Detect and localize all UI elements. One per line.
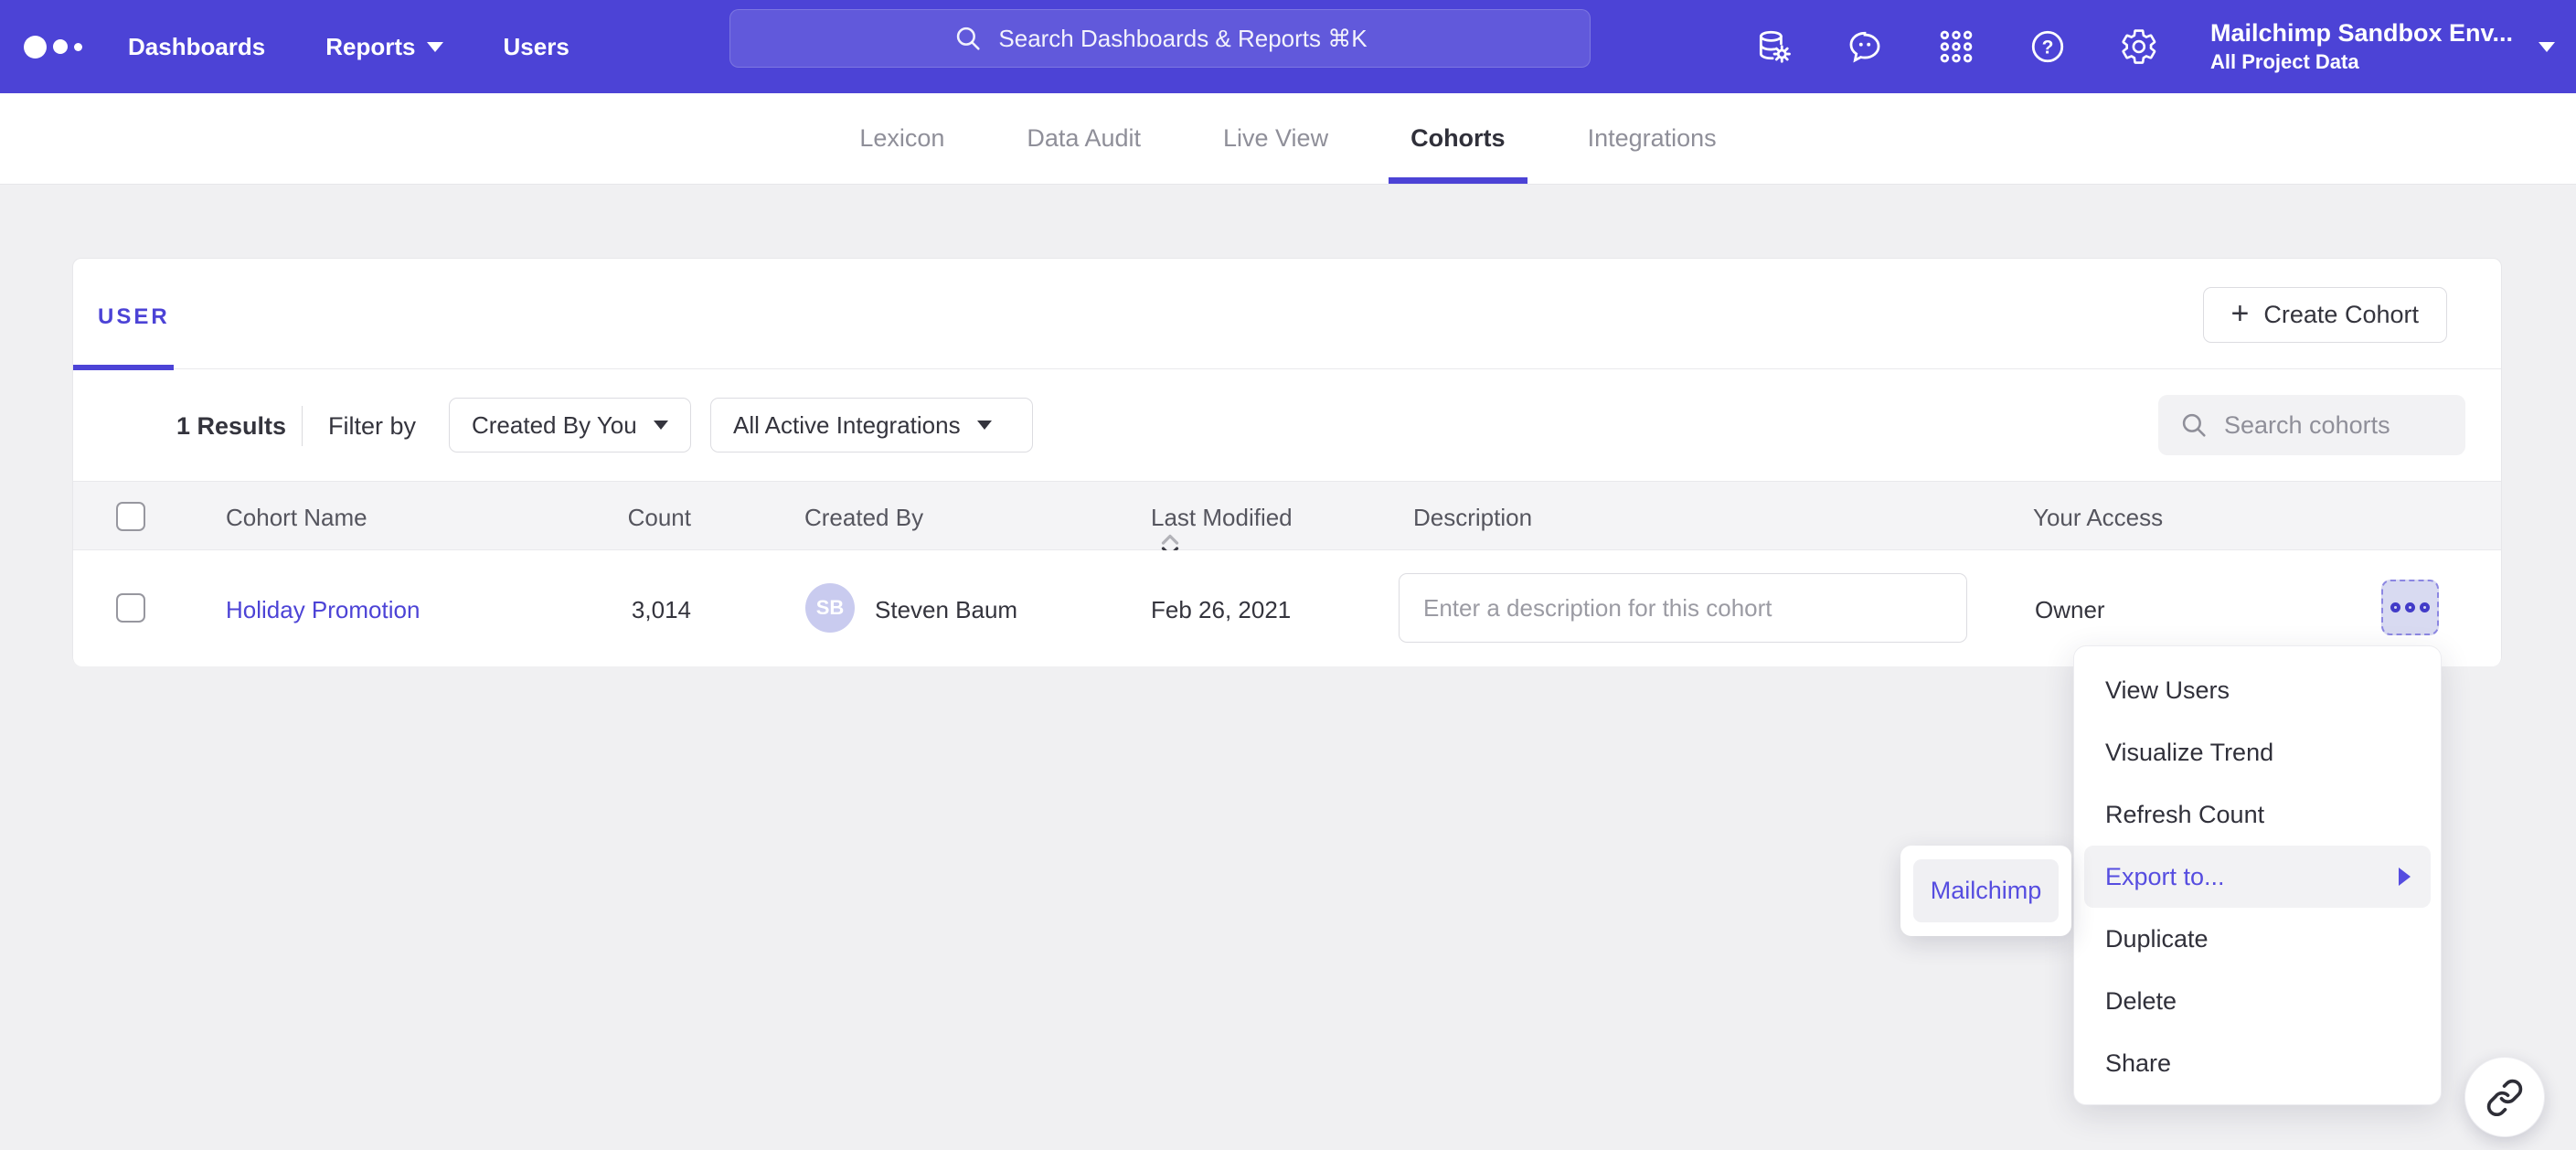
data-tabs: Lexicon Data Audit Live View Cohorts Int…	[0, 93, 2576, 185]
tab-cohorts[interactable]: Cohorts	[1389, 93, 1528, 184]
select-all-checkbox[interactable]	[116, 502, 145, 531]
col-count: Count	[484, 504, 691, 532]
created-by-name: Steven Baum	[875, 596, 1017, 624]
copy-link-fab[interactable]	[2464, 1057, 2545, 1137]
menu-item-view-users[interactable]: View Users	[2074, 659, 2441, 721]
cohort-search-box	[2158, 395, 2465, 455]
more-actions-button[interactable]	[2381, 580, 2439, 635]
submenu-arrow-icon	[2399, 868, 2411, 886]
cohort-name-link[interactable]: Holiday Promotion	[226, 596, 420, 624]
menu-item-share[interactable]: Share	[2074, 1032, 2441, 1094]
tab-live-view[interactable]: Live View	[1201, 93, 1350, 184]
cohort-count: 3,014	[484, 596, 691, 624]
col-cohort-name: Cohort Name	[226, 504, 367, 532]
menu-item-visualize-trend[interactable]: Visualize Trend	[2074, 721, 2441, 783]
top-nav: Dashboards Reports Users Search Dashboar…	[0, 0, 2576, 93]
col-your-access: Your Access	[2033, 504, 2163, 532]
link-icon	[2486, 1078, 2524, 1116]
avatar: SB	[805, 583, 855, 633]
tab-lexicon[interactable]: Lexicon	[837, 93, 966, 184]
access-value: Owner	[2035, 596, 2105, 624]
filter-row: 1 Results Filter by Created By You All A…	[73, 369, 2501, 481]
primary-nav: Dashboards Reports Users	[128, 0, 569, 93]
tab-user-cohorts[interactable]: USER	[73, 259, 174, 369]
help-icon[interactable]: ?	[2028, 27, 2068, 67]
table-header-row: Cohort Name Count Created By Last Modifi…	[73, 481, 2501, 550]
integrations-filter-dropdown[interactable]: All Active Integrations	[710, 398, 1033, 453]
ellipsis-icon	[2390, 602, 2400, 612]
menu-item-export-to[interactable]: Export to...	[2084, 846, 2431, 908]
filter-by-label: Filter by	[328, 412, 416, 441]
submenu-item-mailchimp[interactable]: Mailchimp	[1913, 859, 2059, 922]
feedback-icon[interactable]	[1845, 27, 1885, 67]
menu-item-duplicate[interactable]: Duplicate	[2074, 908, 2441, 970]
search-icon	[2178, 410, 2209, 441]
project-name: Mailchimp Sandbox Env...	[2210, 18, 2513, 49]
tab-data-audit[interactable]: Data Audit	[1005, 93, 1163, 184]
row-checkbox[interactable]	[116, 593, 145, 623]
created-by-filter-dropdown[interactable]: Created By You	[449, 398, 691, 453]
menu-item-refresh-count[interactable]: Refresh Count	[2074, 783, 2441, 846]
divider	[302, 406, 303, 446]
apps-grid-icon[interactable]	[1936, 27, 1976, 67]
col-description: Description	[1413, 504, 1532, 532]
cohorts-panel: USER + Create Cohort 1 Results Filter by…	[72, 258, 2502, 666]
global-search-input[interactable]: Search Dashboards & Reports ⌘K	[729, 9, 1591, 68]
data-management-icon[interactable]	[1753, 27, 1794, 67]
mixpanel-logo-icon[interactable]	[24, 0, 82, 93]
nav-icon-group: ?	[1753, 0, 2159, 93]
user-tab-label: USER	[98, 304, 170, 330]
cohort-search-input[interactable]	[2224, 411, 2443, 440]
results-count: 1 Results	[176, 412, 286, 441]
chevron-down-icon	[427, 42, 443, 52]
panel-header: USER + Create Cohort	[73, 259, 2501, 369]
global-search-placeholder: Search Dashboards & Reports ⌘K	[998, 25, 1367, 53]
cohorts-page: Dashboards Reports Users Search Dashboar…	[0, 0, 2576, 1150]
plus-icon: +	[2231, 298, 2250, 329]
nav-item-users[interactable]: Users	[504, 33, 569, 61]
col-created-by: Created By	[804, 504, 923, 532]
create-cohort-button[interactable]: + Create Cohort	[2203, 287, 2447, 343]
settings-gear-icon[interactable]	[2119, 27, 2159, 67]
cohort-actions-menu: View Users Visualize Trend Refresh Count…	[2073, 645, 2442, 1105]
nav-item-dashboards[interactable]: Dashboards	[128, 33, 265, 61]
chevron-down-icon	[977, 421, 992, 430]
nav-item-reports[interactable]: Reports	[325, 33, 442, 61]
chevron-down-icon	[654, 421, 668, 430]
project-scope: All Project Data	[2210, 49, 2513, 76]
project-switcher[interactable]: Mailchimp Sandbox Env... All Project Dat…	[2210, 0, 2555, 93]
last-modified-date: Feb 26, 2021	[1151, 596, 1291, 624]
search-icon	[953, 23, 984, 54]
description-input[interactable]	[1399, 573, 1967, 643]
tab-integrations[interactable]: Integrations	[1566, 93, 1739, 184]
chevron-down-icon	[2539, 42, 2555, 52]
menu-item-delete[interactable]: Delete	[2074, 970, 2441, 1032]
svg-text:?: ?	[2042, 37, 2054, 59]
export-submenu: Mailchimp	[1900, 846, 2071, 936]
